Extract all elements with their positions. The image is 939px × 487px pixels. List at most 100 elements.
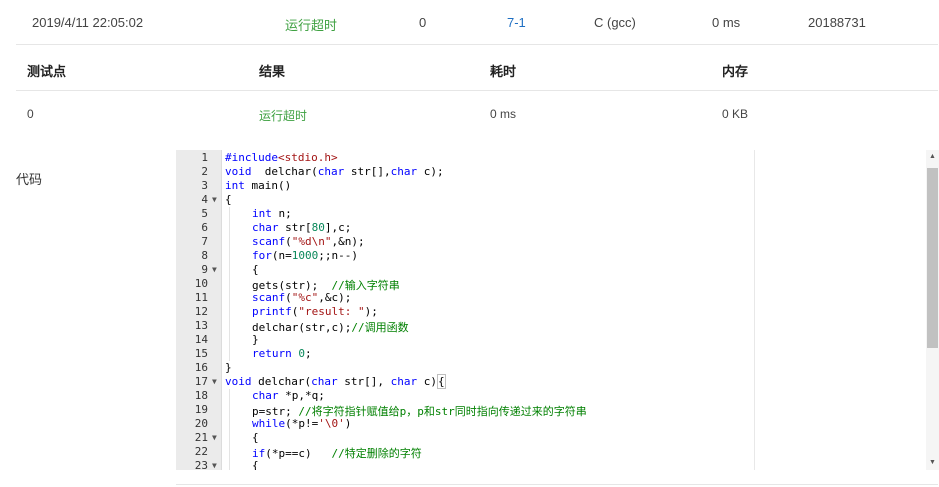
fold-arrow-icon[interactable]: ▼ <box>212 433 217 442</box>
code-token: str[], <box>337 375 391 388</box>
line-number: 21 <box>194 431 208 444</box>
code-line: int n; <box>252 207 292 220</box>
fold-arrow-icon[interactable]: ▼ <box>212 195 217 204</box>
code-editor[interactable]: 1 2 3 4 ▼ 5 6 7 8 9 ▼ 10 11 12 13 14 15 16 17 ▼ 18 19 20 21 ▼ 22 2… <box>176 150 938 470</box>
code-text-area[interactable]: #include<stdio.h> void delchar(char str[]… <box>225 150 925 470</box>
scroll-down-arrow-icon[interactable]: ▼ <box>926 456 939 470</box>
indent-guide <box>229 459 230 470</box>
line-number: 17 <box>194 375 208 388</box>
line-number: 18 <box>194 389 208 402</box>
code-token: (*p!= <box>285 417 319 430</box>
code-line: return 0; <box>252 347 312 360</box>
line-number: 11 <box>194 291 208 304</box>
code-token: void <box>225 165 252 178</box>
scroll-up-arrow-icon[interactable]: ▲ <box>926 150 939 164</box>
code-token: ( <box>285 235 292 248</box>
code-line: int main() <box>225 179 291 192</box>
indent-guide <box>229 417 230 431</box>
code-token: { <box>252 459 259 470</box>
code-token: char <box>311 375 338 388</box>
print-margin <box>754 150 755 470</box>
line-number: 14 <box>194 333 208 346</box>
code-scrollbar[interactable]: ▲ ▼ <box>926 150 939 470</box>
code-line: void delchar(char str[], char c){ <box>225 374 446 389</box>
code-token: ,&n); <box>331 235 365 248</box>
line-number: 19 <box>194 403 208 416</box>
line-number: 9 <box>201 263 208 276</box>
code-token: str[ <box>278 221 312 234</box>
indent-guide <box>229 347 230 361</box>
header-memory: 内存 <box>722 64 749 79</box>
code-token: "%d\n" <box>291 235 332 248</box>
code-token: 1000 <box>291 249 319 262</box>
code-token: //调用函数 <box>351 321 409 334</box>
indent-guide <box>229 403 230 417</box>
submission-score: 0 <box>419 15 427 30</box>
header-time: 耗时 <box>490 64 517 79</box>
code-token: delchar( <box>251 375 312 388</box>
code-token: { <box>436 374 446 389</box>
code-token: scanf <box>252 291 286 304</box>
code-token: { <box>225 193 232 206</box>
scroll-thumb[interactable] <box>927 168 938 348</box>
fold-arrow-icon[interactable]: ▼ <box>212 377 217 386</box>
line-number: 16 <box>194 361 208 374</box>
indent-guide <box>229 235 230 249</box>
code-token: char <box>252 389 279 402</box>
indent-guide <box>229 445 230 459</box>
code-line: while(*p!='\0') <box>252 417 351 430</box>
code-token: (*p==c) <box>265 447 332 460</box>
code-line: { <box>252 431 259 444</box>
submission-user: 20188731 <box>808 15 866 30</box>
code-token: ,&c); <box>318 291 352 304</box>
testpoint-memory: 0 KB <box>722 107 749 121</box>
code-line: #include<stdio.h> <box>225 151 338 164</box>
code-token: delchar(str,c); <box>252 321 352 334</box>
testpoint-time: 0 ms <box>490 107 517 121</box>
code-token: return <box>252 347 292 360</box>
code-line: void delchar(char str[],char c); <box>225 165 444 178</box>
code-token: n; <box>271 207 292 220</box>
submission-status: 运行超时 <box>285 18 338 33</box>
code-token: ( <box>285 291 292 304</box>
code-token: { <box>252 431 259 444</box>
line-number: 3 <box>201 179 208 192</box>
testpoint-id: 0 <box>27 107 34 121</box>
code-token: { <box>252 263 259 276</box>
code-token: (n= <box>271 249 292 262</box>
code-token: //特定删除的字符 <box>331 447 422 460</box>
line-number: 13 <box>194 319 208 332</box>
line-number: 7 <box>201 235 208 248</box>
code-line: for(n=1000;;n--) <box>252 249 358 262</box>
line-number: 1 <box>201 151 208 164</box>
line-number: 23 <box>194 459 208 470</box>
code-token: <stdio.h> <box>277 151 338 164</box>
indent-guide <box>229 333 230 347</box>
indent-guide <box>229 305 230 319</box>
fold-arrow-icon[interactable]: ▼ <box>212 461 217 470</box>
code-token: } <box>225 361 232 374</box>
code-token: ); <box>364 305 378 318</box>
code-token: ) <box>344 417 352 430</box>
table-row: 0 运行超时 0 ms 0 KB <box>16 91 938 136</box>
code-line: scanf("%c",&c); <box>252 291 351 304</box>
indent-guide <box>229 291 230 305</box>
indent-guide <box>229 277 230 291</box>
code-token: c); <box>417 165 444 178</box>
indent-guide <box>229 319 230 333</box>
line-number: 8 <box>201 249 208 262</box>
submission-row: 2019/4/11 22:05:02 运行超时 0 7-1 C (gcc) 0 … <box>16 0 938 45</box>
indent-guide <box>229 221 230 235</box>
code-line: delchar(str,c);//调用函数 <box>252 319 409 335</box>
submission-compiler: C (gcc) <box>594 15 636 30</box>
code-token: char <box>252 221 279 234</box>
code-line: scanf("%d\n",&n); <box>252 235 365 248</box>
indent-guide <box>229 389 230 403</box>
indent-guide <box>229 207 230 221</box>
code-line: { <box>225 193 232 206</box>
code-token: } <box>252 333 259 346</box>
problem-link[interactable]: 7-1 <box>507 15 526 30</box>
fold-arrow-icon[interactable]: ▼ <box>212 265 217 274</box>
code-token: "result: " <box>298 305 365 318</box>
indent-guide <box>229 263 230 277</box>
